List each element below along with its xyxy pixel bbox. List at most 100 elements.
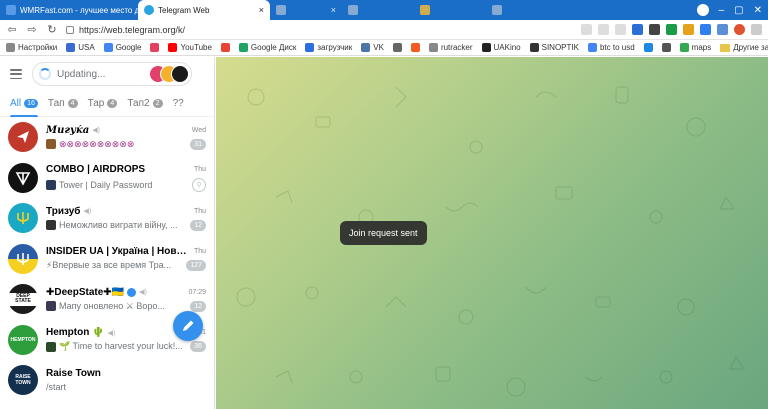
chat-item-raise-town[interactable]: RAISE TOWN Raise Town /start [0, 360, 214, 401]
chat-last-message: Мапу оновлено ⚔ Воро... [59, 300, 165, 311]
chat-item-miguka[interactable]: Мигуќа ◀) Wed ⊗⊗⊗⊗⊗⊗⊗⊗⊗⊗ 31 [0, 117, 214, 158]
chat-sidebar: Updating... All 16 Тап 4 Тар 4 Тап2 2 ?? [0, 57, 215, 409]
bookmark-10[interactable] [392, 43, 402, 52]
tab-title: WMRFast.com - лучшее место дл [20, 5, 138, 15]
folder-tabs: All 16 Тап 4 Тар 4 Тап2 2 ?? [0, 91, 214, 117]
folder-icon [720, 43, 731, 52]
tab-tap2[interactable]: Тап2 2 [127, 91, 163, 117]
bookmark-sinoptik[interactable]: SINOPTIK [529, 43, 579, 52]
bookmark-btc[interactable]: btc to usd [587, 43, 635, 52]
close-tab-icon[interactable]: × [327, 5, 336, 15]
tab-favicon-icon [420, 5, 430, 15]
menu-icon[interactable] [10, 69, 22, 79]
chat-last-message: Неможливо виграти війну, ... [59, 220, 178, 231]
search-input[interactable]: Updating... [32, 62, 192, 86]
forward-icon[interactable]: ⇨ [26, 23, 38, 36]
url-field[interactable]: https://web.telegram.org/k/ [66, 25, 573, 35]
browser-tab-3[interactable]: × [270, 0, 342, 20]
new-message-button[interactable] [173, 311, 203, 341]
bookmark-maps[interactable]: maps [679, 43, 711, 52]
bookmark-uakino[interactable]: UAKino [481, 43, 521, 52]
back-icon[interactable]: ⇦ [6, 23, 18, 36]
other-bookmarks-folder[interactable]: Другие закладки [720, 43, 768, 52]
google-icon [587, 43, 597, 52]
browser-tab-telegram[interactable]: Telegram Web × [138, 0, 270, 20]
browser-tab-wmrfast[interactable]: WMRFast.com - лучшее место дл × [0, 0, 138, 20]
message-thumbnail [46, 139, 56, 150]
chat-item-combo-airdrops[interactable]: COMBO | AIRDROPS Thu Tower | Daily Passw… [0, 158, 214, 199]
extension-icon[interactable] [700, 24, 711, 35]
sinoptik-icon [529, 43, 539, 52]
close-tab-icon[interactable]: × [255, 5, 264, 15]
star-icon[interactable] [615, 24, 626, 35]
bookmark-11[interactable] [410, 43, 420, 52]
bookmark-vk[interactable]: VK [361, 43, 384, 52]
bookmark-instagram[interactable] [150, 43, 160, 52]
close-window-icon[interactable]: ✕ [754, 5, 762, 16]
tab-favicon-icon [492, 5, 502, 15]
bookmark-downloader[interactable]: загрузчик [305, 43, 352, 52]
bookmark-rutracker[interactable]: rutracker [428, 43, 473, 52]
telegram-favicon-icon [144, 5, 154, 15]
bookmark-google-drive[interactable]: Google Диск [238, 43, 296, 52]
tab-all[interactable]: All 16 [10, 91, 38, 117]
chat-title: Raise Town [46, 368, 101, 380]
rutracker-icon [428, 43, 438, 52]
bookmark-usa[interactable]: USA [66, 43, 95, 52]
bookmark-16[interactable] [643, 43, 653, 52]
stories-avatars[interactable] [149, 65, 189, 83]
avatar [8, 122, 38, 153]
bookmark-17[interactable] [661, 43, 671, 52]
share-icon[interactable] [598, 24, 609, 35]
bookmarks-bar: Настройки USA Google YouTube Google Диск… [0, 40, 768, 56]
toast-notification: Join request sent [340, 221, 427, 245]
uakino-icon [481, 43, 491, 52]
message-thumbnail [46, 341, 56, 352]
chat-last-message: ⊗⊗⊗⊗⊗⊗⊗⊗⊗⊗ [59, 138, 135, 149]
browser-tab-6[interactable] [486, 0, 558, 20]
google-icon [103, 43, 113, 52]
extension-icon[interactable] [666, 24, 677, 35]
puzzle-icon[interactable] [717, 24, 728, 35]
avatar [8, 162, 38, 193]
chat-last-message: ⚡Впервые за все время Тра... [46, 260, 172, 271]
chat-time: Thu [193, 248, 206, 256]
wmrfast-favicon-icon [6, 5, 16, 15]
bookmark-icon [410, 43, 420, 52]
bookmark-google[interactable]: Google [103, 43, 141, 52]
tab-tar[interactable]: Тар 4 [88, 91, 118, 117]
chat-last-message: Tower | Daily Password [59, 179, 153, 190]
menu-icon[interactable] [751, 24, 762, 35]
reload-icon[interactable]: ↻ [46, 23, 58, 36]
maps-icon [679, 43, 689, 52]
avatar [8, 203, 38, 234]
profile-icon[interactable] [696, 4, 709, 16]
chat-item-insider-ua[interactable]: INSIDER UA | Україна | Новини Thu ⚡Вперв… [0, 239, 214, 280]
bookmark-youtube[interactable]: YouTube [168, 43, 212, 52]
tab-favicon-icon [276, 5, 286, 15]
extension-icon[interactable] [683, 24, 694, 35]
browser-tab-4[interactable] [342, 0, 414, 20]
message-thumbnail [46, 301, 56, 312]
folder-count-badge: 2 [152, 99, 163, 108]
browser-tab-5[interactable] [414, 0, 486, 20]
bookmark-icon [643, 43, 653, 52]
avatar[interactable] [734, 24, 745, 35]
gmail-icon [220, 43, 230, 52]
story-avatar [171, 65, 189, 83]
bookmark-gmail[interactable] [220, 43, 230, 52]
download-icon[interactable] [581, 24, 592, 35]
unread-badge: 12 [190, 300, 206, 312]
sidebar-header: Updating... [0, 57, 214, 91]
extension-icon[interactable] [632, 24, 643, 35]
maximize-icon[interactable]: ▢ [734, 5, 743, 16]
tab-tap[interactable]: Тап 4 [48, 91, 78, 117]
chat-item-tryzub[interactable]: Тризуб ◀) Thu Неможливо виграти війну, .… [0, 198, 214, 239]
tab-more[interactable]: ?? [173, 91, 184, 117]
chat-list: Мигуќа ◀) Wed ⊗⊗⊗⊗⊗⊗⊗⊗⊗⊗ 31 COMBO | AIRD… [0, 117, 214, 401]
bookmark-nastroiki[interactable]: Настройки [6, 43, 57, 52]
minimize-icon[interactable]: – [719, 5, 725, 16]
chat-title: Мигуќа [46, 124, 90, 136]
chat-title: COMBO | AIRDROPS [46, 163, 146, 175]
extension-icon[interactable] [649, 24, 660, 35]
